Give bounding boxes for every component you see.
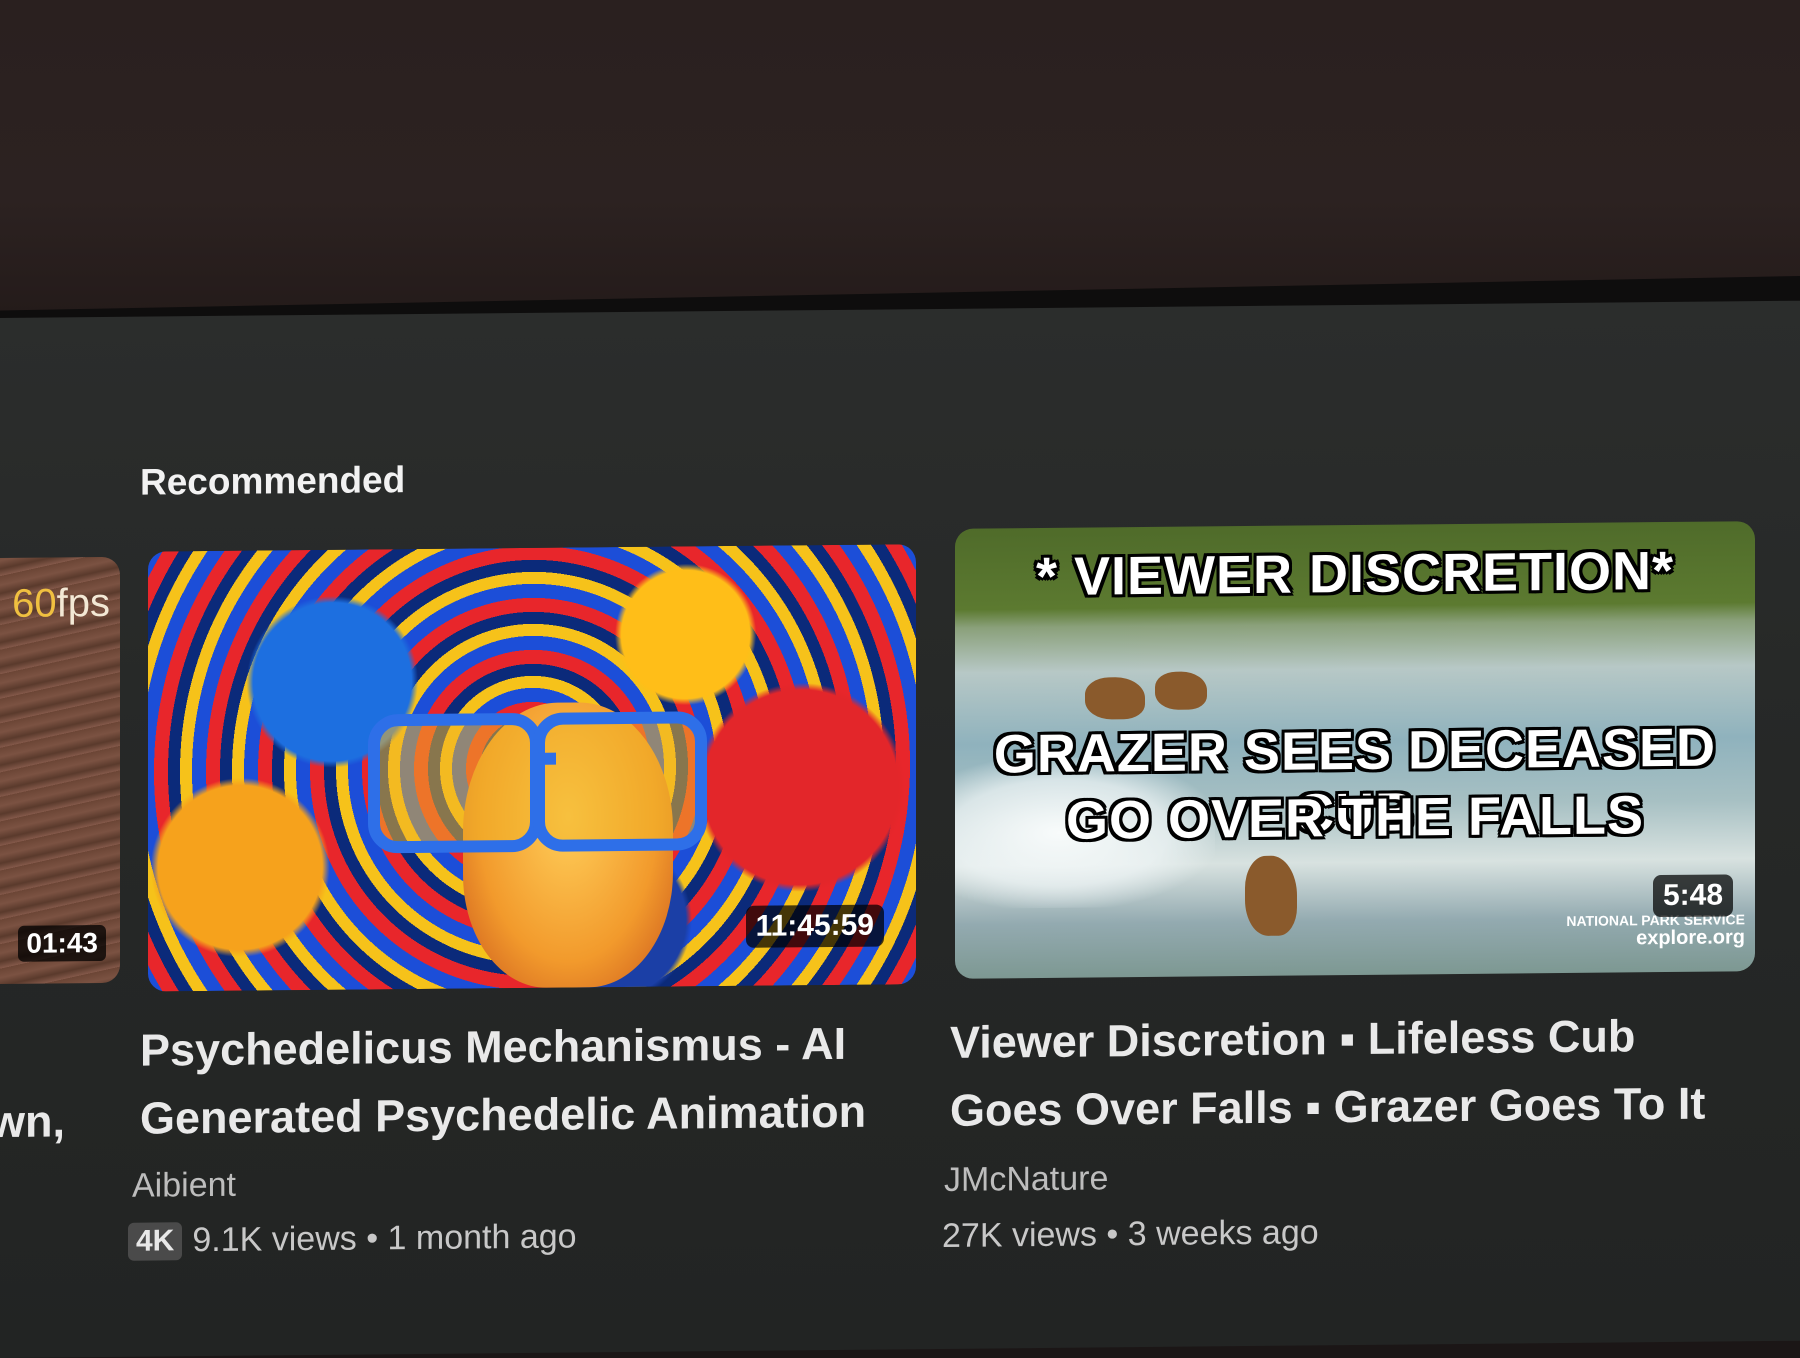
channel-name[interactable]: JMcNature bbox=[944, 1159, 1108, 1200]
tv-screen: Recommended 60fps 01:43 wn, 11:45:59 Psy… bbox=[0, 300, 1800, 1358]
partial-video-thumbnail[interactable]: 60fps 01:43 bbox=[0, 556, 120, 985]
partial-video-title[interactable]: wn, bbox=[0, 1095, 65, 1148]
thumbnail-overlay-line2: GO OVER THE FALLS bbox=[1065, 785, 1645, 851]
quality-prefix: 60 bbox=[12, 581, 57, 626]
quality-label: 60fps bbox=[12, 581, 110, 627]
glasses-lens-left bbox=[368, 712, 542, 854]
video-meta: 4K 9.1K views • 1 month ago bbox=[128, 1217, 577, 1261]
views-and-age: 9.1K views • 1 month ago bbox=[192, 1217, 577, 1260]
glasses-bridge bbox=[536, 752, 556, 765]
bear-figure bbox=[1085, 677, 1145, 720]
views-and-age: 27K views • 3 weeks ago bbox=[942, 1213, 1319, 1255]
glasses-lens-right bbox=[533, 711, 707, 852]
video-title[interactable]: Psychedelicus Mechanismus - AI Generated… bbox=[140, 1010, 866, 1153]
video-meta: 27K views • 3 weeks ago bbox=[942, 1213, 1319, 1256]
bear-figure bbox=[1155, 671, 1207, 710]
quality-suffix: fps bbox=[56, 580, 110, 626]
channel-name[interactable]: Aibient bbox=[132, 1166, 236, 1206]
shelf-title: Recommended bbox=[140, 459, 406, 503]
thumbnail-watermark-site: explore.org bbox=[1636, 926, 1745, 950]
4k-badge: 4K bbox=[128, 1221, 183, 1261]
thumbnail-overlay-warning: * VIEWER DISCRETION* bbox=[1035, 540, 1675, 608]
video-thumbnail-psychedelic[interactable]: 11:45:59 bbox=[148, 544, 916, 992]
duration-badge: 11:45:59 bbox=[745, 904, 884, 948]
video-thumbnail-bears[interactable]: * VIEWER DISCRETION* GRAZER SEES DECEASE… bbox=[955, 521, 1755, 979]
video-title-line1: Viewer Discretion ▪ Lifeless Cub bbox=[950, 1010, 1636, 1068]
duration-badge: 5:48 bbox=[1652, 874, 1733, 918]
video-title-line2: Goes Over Falls ▪ Grazer Goes To It bbox=[950, 1077, 1706, 1136]
video-title[interactable]: Viewer Discretion ▪ Lifeless Cub Goes Ov… bbox=[950, 1002, 1705, 1145]
video-title-line2: Generated Psychedelic Animation bbox=[140, 1085, 867, 1144]
duration-badge: 01:43 bbox=[18, 924, 106, 962]
bear-figure bbox=[1245, 855, 1297, 937]
video-title-line1: Psychedelicus Mechanismus - AI bbox=[140, 1017, 847, 1076]
